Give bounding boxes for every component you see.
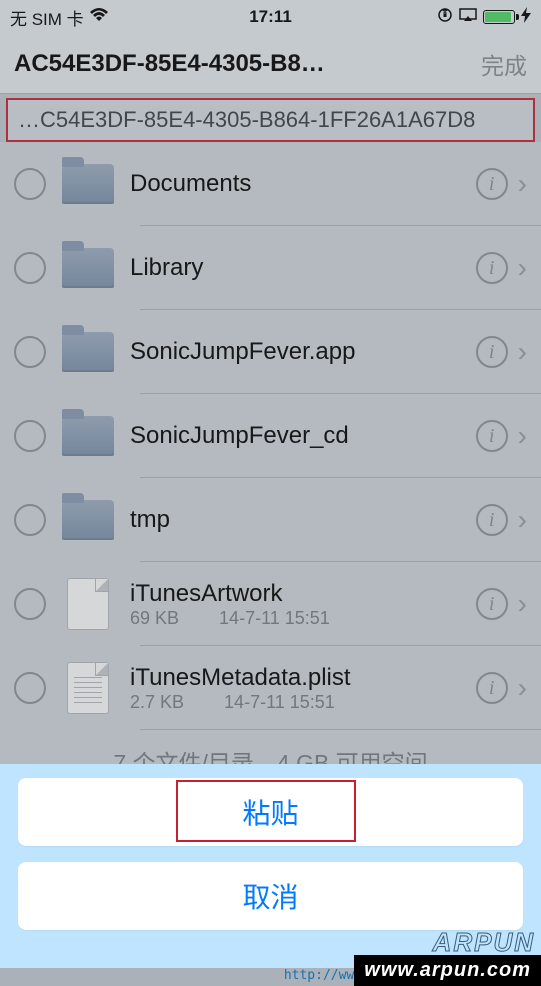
file-date: 14-7-11 15:51: [219, 608, 330, 629]
file-name: SonicJumpFever.app: [130, 338, 468, 366]
cancel-button[interactable]: 取消: [18, 862, 523, 930]
list-item[interactable]: tmp i ›: [0, 478, 541, 562]
info-icon[interactable]: i: [476, 168, 508, 200]
file-size: 69 KB: [130, 608, 179, 629]
select-radio[interactable]: [14, 420, 46, 452]
file-icon: [60, 576, 116, 632]
carrier-text: 无 SIM 卡: [10, 5, 84, 30]
rotation-lock-icon: [437, 7, 453, 28]
file-icon: [60, 660, 116, 716]
breadcrumb-path[interactable]: …C54E3DF-85E4-4305-B864-1FF26A1A67D8: [6, 98, 535, 142]
chevron-right-icon: ›: [518, 420, 527, 452]
watermark-outline: ARPUN: [433, 927, 535, 958]
select-radio[interactable]: [14, 336, 46, 368]
select-radio[interactable]: [14, 588, 46, 620]
watermark-url-prefix: http://ww: [284, 968, 354, 986]
info-icon[interactable]: i: [476, 252, 508, 284]
file-name: SonicJumpFever_cd: [130, 422, 468, 450]
folder-icon: [60, 156, 116, 212]
paste-button[interactable]: 粘贴: [18, 778, 523, 846]
list-item[interactable]: iTunesMetadata.plist 2.7 KB 14-7-11 15:5…: [0, 646, 541, 730]
file-name: iTunesArtwork: [130, 580, 468, 608]
nav-bar: AC54E3DF-85E4-4305-B8… 完成: [0, 34, 541, 94]
file-date: 14-7-11 15:51: [224, 692, 335, 713]
info-icon[interactable]: i: [476, 504, 508, 536]
status-bar: 无 SIM 卡 17:11: [0, 0, 541, 34]
select-radio[interactable]: [14, 252, 46, 284]
watermark: http://ww www.arpun.com: [284, 955, 541, 986]
chevron-right-icon: ›: [518, 252, 527, 284]
chevron-right-icon: ›: [518, 336, 527, 368]
list-item[interactable]: Library i ›: [0, 226, 541, 310]
battery-icon: [483, 10, 515, 24]
file-name: Library: [130, 254, 468, 282]
file-name: Documents: [130, 170, 468, 198]
list-item[interactable]: iTunesArtwork 69 KB 14-7-11 15:51 i ›: [0, 562, 541, 646]
info-icon[interactable]: i: [476, 336, 508, 368]
done-button[interactable]: 完成: [481, 47, 527, 81]
chevron-right-icon: ›: [518, 168, 527, 200]
page-title: AC54E3DF-85E4-4305-B8…: [14, 50, 471, 78]
file-name: tmp: [130, 506, 468, 534]
watermark-domain: www.arpun.com: [364, 959, 531, 981]
airplay-icon: [459, 7, 477, 27]
folder-icon: [60, 324, 116, 380]
select-radio[interactable]: [14, 672, 46, 704]
folder-icon: [60, 492, 116, 548]
file-list: Documents i › Library i › SonicJumpFever…: [0, 142, 541, 778]
file-name: iTunesMetadata.plist: [130, 664, 468, 692]
chevron-right-icon: ›: [518, 672, 527, 704]
info-icon[interactable]: i: [476, 588, 508, 620]
select-radio[interactable]: [14, 504, 46, 536]
clock: 17:11: [249, 7, 292, 27]
chevron-right-icon: ›: [518, 588, 527, 620]
select-radio[interactable]: [14, 168, 46, 200]
wifi-icon: [90, 7, 108, 27]
chevron-right-icon: ›: [518, 504, 527, 536]
folder-icon: [60, 240, 116, 296]
info-icon[interactable]: i: [476, 420, 508, 452]
path-text: …C54E3DF-85E4-4305-B864-1FF26A1A67D8: [18, 107, 475, 133]
info-icon[interactable]: i: [476, 672, 508, 704]
list-item[interactable]: SonicJumpFever.app i ›: [0, 310, 541, 394]
charging-icon: [521, 7, 531, 28]
list-item[interactable]: SonicJumpFever_cd i ›: [0, 394, 541, 478]
file-size: 2.7 KB: [130, 692, 184, 713]
list-item[interactable]: Documents i ›: [0, 142, 541, 226]
folder-icon: [60, 408, 116, 464]
